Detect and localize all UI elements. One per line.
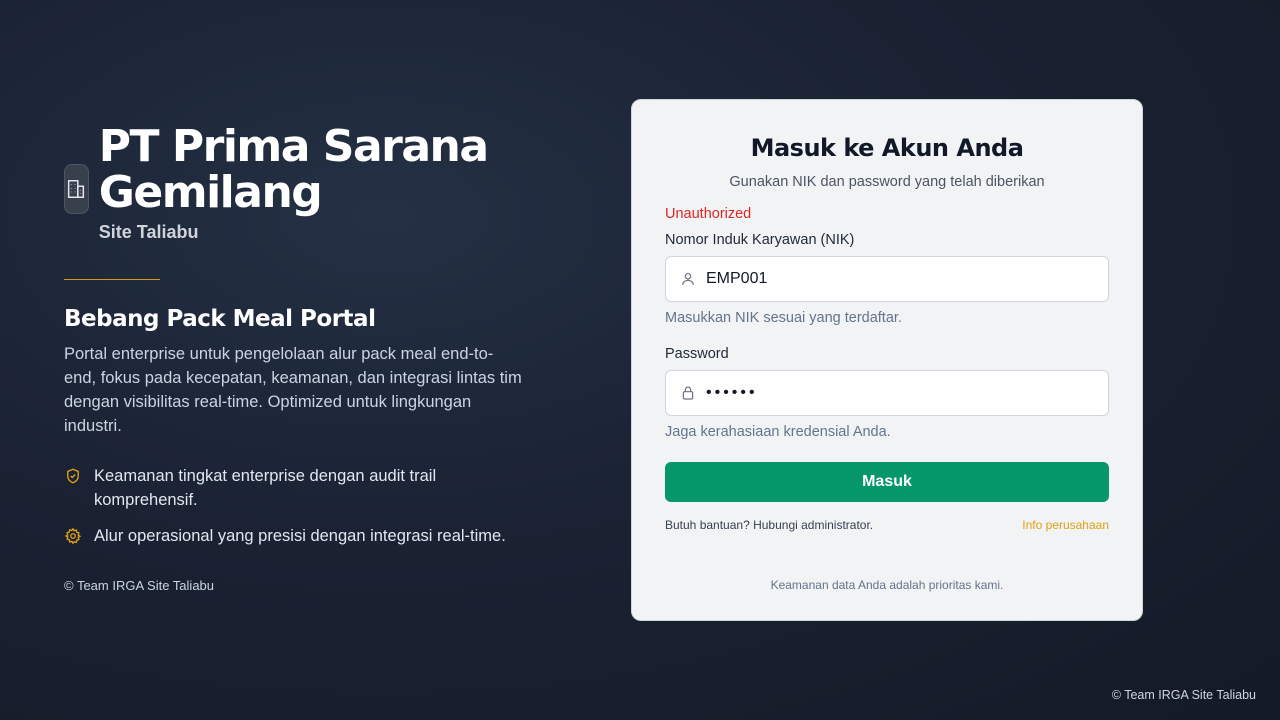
feature-item: Alur operasional yang presisi dengan int… <box>64 524 544 548</box>
login-card: Masuk ke Akun Anda Gunakan NIK dan passw… <box>631 99 1143 621</box>
copyright-right: © Team IRGA Site Taliabu <box>1111 688 1256 702</box>
feature-item: Keamanan tingkat enterprise dengan audit… <box>64 464 544 512</box>
branding-panel: PT Prima Sarana Gemilang Site Taliabu Be… <box>64 124 544 593</box>
gear-icon <box>64 527 82 545</box>
nik-hint: Masukkan NIK sesuai yang terdaftar. <box>665 310 902 326</box>
password-value[interactable]: •••••• <box>706 384 758 402</box>
submit-button[interactable]: Masuk <box>665 462 1109 502</box>
brand-header: PT Prima Sarana Gemilang Site Taliabu <box>64 124 544 243</box>
password-field[interactable]: •••••• <box>665 370 1109 416</box>
security-note: Keamanan data Anda adalah prioritas kami… <box>770 578 1004 592</box>
nik-field[interactable]: EMP001 <box>665 256 1109 302</box>
nik-value[interactable]: EMP001 <box>706 270 767 288</box>
portal-title: Bebang Pack Meal Portal <box>64 306 376 332</box>
login-subtitle: Gunakan NIK dan password yang telah dibe… <box>729 174 1045 190</box>
login-title: Masuk ke Akun Anda <box>750 134 1024 162</box>
help-text: Butuh bantuan? Hubungi administrator. <box>665 518 874 532</box>
error-message: Unauthorized <box>665 206 752 222</box>
user-icon <box>680 270 696 288</box>
feature-text: Keamanan tingkat enterprise dengan audit… <box>94 467 437 509</box>
feature-list: Keamanan tingkat enterprise dengan audit… <box>64 464 544 548</box>
password-hint: Jaga kerahasiaan kredensial Anda. <box>665 424 891 440</box>
password-label: Password <box>665 346 729 362</box>
info-link[interactable]: Info perusahaan <box>1022 518 1109 532</box>
copyright-left: © Team IRGA Site Taliabu <box>64 578 215 593</box>
feature-text: Alur operasional yang presisi dengan int… <box>94 527 506 545</box>
divider <box>64 279 160 280</box>
building-icon <box>64 164 89 214</box>
site-name: Site Taliabu <box>98 222 199 242</box>
help-row: Butuh bantuan? Hubungi administrator. In… <box>665 518 1109 532</box>
nik-label: Nomor Induk Karyawan (NIK) <box>665 232 855 248</box>
portal-description: Portal enterprise untuk pengelolaan alur… <box>64 345 522 435</box>
shield-check-icon <box>64 467 82 485</box>
lock-icon <box>680 384 696 402</box>
company-name: PT Prima Sarana Gemilang <box>98 121 489 218</box>
